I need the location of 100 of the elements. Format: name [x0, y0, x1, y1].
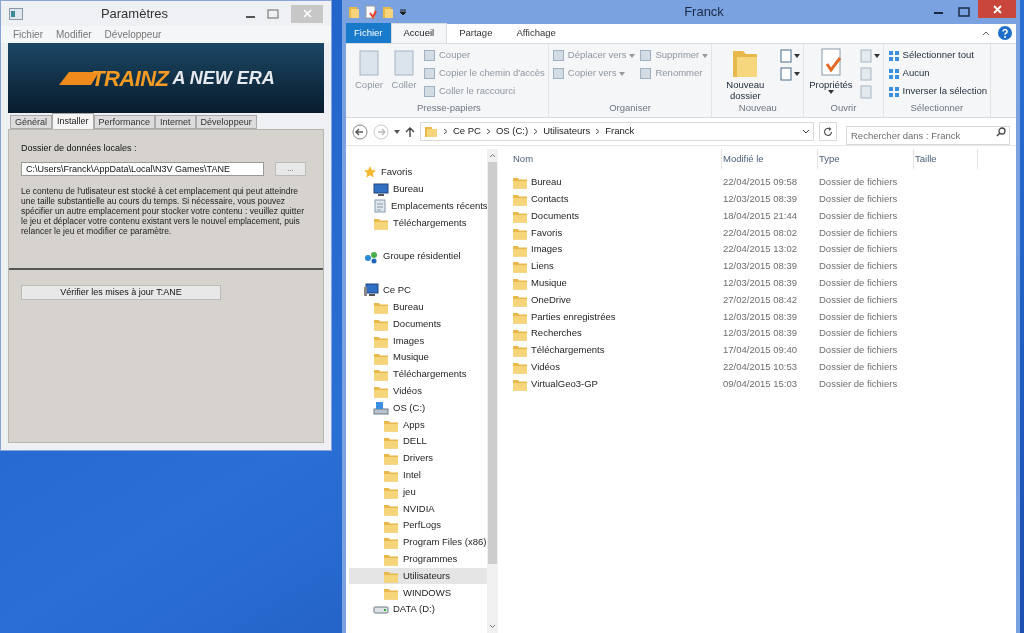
- menu-item[interactable]: Modifier: [56, 27, 92, 42]
- up-button[interactable]: [405, 125, 415, 138]
- ribbon-button[interactable]: [779, 65, 801, 82]
- file-name[interactable]: Favoris: [512, 225, 722, 240]
- table-cell-text: Dossier de fichiers: [818, 192, 899, 207]
- table-cell-text: Dossier de fichiers: [818, 326, 899, 341]
- folder-icon: [512, 209, 528, 223]
- browse-button[interactable]: ...: [275, 161, 306, 176]
- table-cell-text: Dossier de fichiers: [818, 276, 899, 291]
- update-button[interactable]: Vérifier les mises à jour T:ANE: [21, 285, 221, 300]
- folder-icon: [512, 175, 528, 190]
- back-button[interactable]: [352, 123, 368, 140]
- caret-icon: [873, 53, 880, 58]
- group-label: Ouvrir: [829, 100, 858, 115]
- computer-icon: [363, 283, 379, 298]
- caret-icon: [794, 71, 801, 76]
- page-icon: [858, 48, 873, 63]
- tab[interactable]: Général: [10, 115, 53, 129]
- document-icon: [373, 199, 387, 213]
- scrollbar-thumb[interactable]: [488, 162, 497, 564]
- ribbon-button[interactable]: Aucun: [886, 65, 988, 82]
- breadcrumb-item[interactable]: Franck: [605, 124, 635, 139]
- column-header[interactable]: Type: [818, 149, 914, 169]
- breadcrumb-item[interactable]: Utilisateurs: [543, 124, 591, 139]
- tree-item[interactable]: Groupe résidentiel: [349, 248, 489, 265]
- breadcrumb-item[interactable]: Ce PC: [453, 124, 481, 139]
- file-name[interactable]: Parties enregistrées: [512, 309, 722, 324]
- tree-item[interactable]: Utilisateurs: [349, 567, 489, 585]
- address-bar[interactable]: Ce PC OS (C:) Utilisateurs Franck: [420, 122, 814, 141]
- tab[interactable]: Performance: [93, 115, 156, 129]
- tree-item[interactable]: Emplacements récents: [349, 197, 489, 215]
- table-cell-text: Dossier de fichiers: [818, 225, 899, 240]
- page-icon: [779, 66, 794, 81]
- collapse-icon: [982, 30, 990, 36]
- file-name[interactable]: Liens: [512, 259, 722, 274]
- table-cell-text: 22/04/2015 13:02: [722, 242, 798, 257]
- scrollbar[interactable]: [487, 149, 498, 633]
- file-name[interactable]: Documents: [512, 208, 722, 224]
- menu-item[interactable]: Développeur: [104, 27, 162, 42]
- table-cell-text: Dossier de fichiers: [818, 309, 899, 324]
- menu-item[interactable]: Fichier: [13, 27, 43, 42]
- search-icon: [996, 127, 1006, 137]
- tree-item[interactable]: Favoris: [349, 164, 489, 181]
- close-button[interactable]: [978, 0, 1016, 18]
- file-name[interactable]: Images: [512, 242, 722, 257]
- refresh-icon: [823, 126, 833, 137]
- file-name[interactable]: OneDrive: [512, 292, 722, 308]
- column-header[interactable]: Nom: [512, 149, 722, 169]
- path-field[interactable]: C:\Users\Franck\AppData\Local\N3V Games\TANE: [21, 161, 264, 176]
- tree-item[interactable]: OS (C:): [349, 399, 489, 417]
- tab[interactable]: Internet: [155, 115, 196, 129]
- caret-icon: [629, 53, 636, 58]
- file-name[interactable]: Téléchargements: [512, 343, 722, 358]
- dropdown-icon: [399, 8, 407, 16]
- chevron-icon: [595, 128, 601, 135]
- breadcrumb-item[interactable]: OS (C:): [496, 124, 529, 139]
- ribbon-tab[interactable]: Fichier: [346, 23, 391, 43]
- tree-item[interactable]: Ce PC: [349, 282, 489, 299]
- file-name[interactable]: VirtualGeo3-GP: [512, 376, 722, 392]
- tab[interactable]: Installer: [52, 113, 94, 129]
- tree-item[interactable]: Bureau: [349, 180, 489, 198]
- ribbon-button[interactable]: [779, 47, 801, 64]
- caret-icon: [827, 90, 834, 94]
- drive-icon: [373, 400, 389, 415]
- table-cell-text: 12/03/2015 08:39: [722, 326, 798, 341]
- ribbon-button[interactable]: Sélectionner tout: [886, 47, 988, 64]
- monitor-icon: [373, 182, 389, 196]
- drive-icon: [373, 604, 389, 615]
- table-cell-text: Dossier de fichiers: [818, 208, 899, 223]
- maximize-icon: [267, 8, 279, 19]
- ribbon-button[interactable]: Propriétés: [807, 47, 855, 94]
- search-field[interactable]: Rechercher dans : Franck: [846, 126, 1010, 145]
- folder-icon: [373, 367, 389, 382]
- file-name[interactable]: Musique: [512, 276, 722, 291]
- column-header[interactable]: Taille: [914, 149, 978, 169]
- file-name[interactable]: Vidéos: [512, 360, 722, 375]
- command-icon: [423, 85, 436, 98]
- command-icon: [886, 67, 900, 80]
- ribbon-button[interactable]: Inverser la sélection: [886, 83, 988, 100]
- table-cell-text: 22/04/2015 10:53: [722, 360, 798, 375]
- table-cell-text: 27/02/2015 08:42: [722, 292, 798, 307]
- file-name[interactable]: Recherches: [512, 326, 722, 341]
- command-icon: [423, 67, 436, 80]
- ribbon-tab[interactable]: Accueil: [390, 23, 448, 43]
- refresh-button[interactable]: [819, 122, 837, 141]
- window-title: Paramètres: [99, 4, 170, 23]
- file-name[interactable]: Bureau: [512, 175, 722, 190]
- column-header[interactable]: Modifié le: [722, 149, 818, 169]
- ribbon-tab[interactable]: Affichage: [504, 23, 568, 43]
- tab[interactable]: Développeur: [195, 115, 257, 129]
- back-icon: [352, 123, 368, 140]
- dropdown-icon: [802, 128, 810, 135]
- tree-item[interactable]: DATA (D:): [349, 601, 489, 618]
- ribbon-tab[interactable]: Partage: [447, 23, 505, 43]
- app-icon: [9, 7, 23, 20]
- caret-icon: [702, 53, 709, 58]
- scroll-down-icon: [489, 624, 496, 629]
- command-icon: [423, 49, 436, 62]
- file-name[interactable]: Contacts: [512, 192, 722, 207]
- ribbon-button[interactable]: Nouveau dossier: [715, 47, 776, 101]
